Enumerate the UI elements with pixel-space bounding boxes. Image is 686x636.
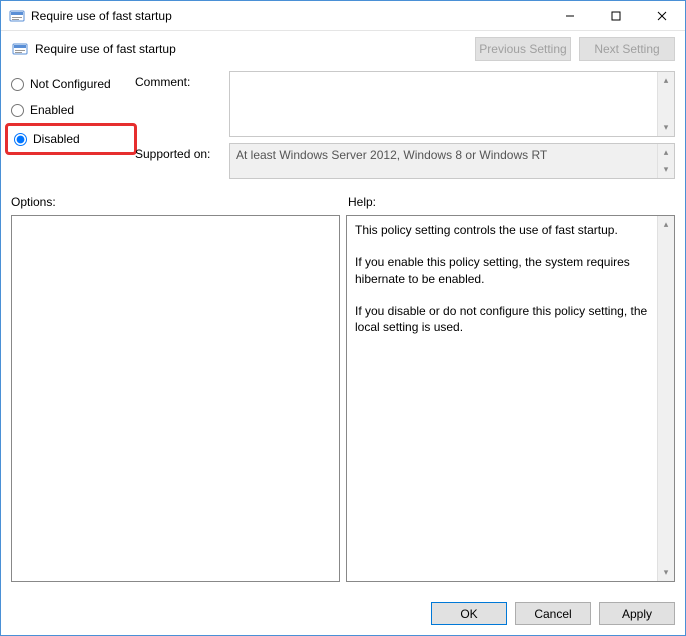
supported-on-box: At least Windows Server 2012, Windows 8 …: [229, 143, 675, 179]
radio-enabled-input[interactable]: [11, 104, 24, 117]
help-paragraph: If you enable this policy setting, the s…: [355, 254, 649, 286]
radio-label: Enabled: [30, 103, 74, 117]
radio-label: Not Configured: [30, 77, 111, 91]
disabled-highlight: Disabled: [5, 123, 137, 155]
policy-title: Require use of fast startup: [35, 42, 475, 56]
policy-icon: [11, 40, 29, 58]
options-content: [12, 216, 322, 581]
supported-on-text: At least Windows Server 2012, Windows 8 …: [236, 148, 547, 162]
close-button[interactable]: [639, 1, 685, 30]
help-pane: This policy setting controls the use of …: [346, 215, 675, 582]
scroll-down-icon[interactable]: ▾: [658, 119, 674, 136]
scroll-down-icon[interactable]: ▾: [658, 564, 674, 581]
maximize-button[interactable]: [593, 1, 639, 30]
supported-label: Supported on:: [135, 143, 225, 161]
radio-disabled-input[interactable]: [14, 133, 27, 146]
radio-disabled[interactable]: Disabled: [14, 130, 128, 148]
dialog-window: Require use of fast startup Require use …: [0, 0, 686, 636]
scrollbar[interactable]: ▴ ▾: [657, 72, 674, 136]
minimize-button[interactable]: [547, 1, 593, 30]
state-radios: Not Configured Enabled Disabled: [11, 71, 131, 179]
header-row: Require use of fast startup Previous Set…: [1, 31, 685, 71]
section-labels: Options: Help:: [11, 195, 675, 209]
scrollbar[interactable]: ▴ ▾: [657, 216, 674, 581]
radio-not-configured-input[interactable]: [11, 78, 24, 91]
top-grid: Not Configured Enabled Disabled Comment:: [11, 71, 675, 179]
window-controls: [547, 1, 685, 30]
panes: This policy setting controls the use of …: [11, 215, 675, 582]
dialog-body: Not Configured Enabled Disabled Comment:: [1, 71, 685, 592]
comment-textarea[interactable]: ▴ ▾: [229, 71, 675, 137]
radio-enabled[interactable]: Enabled: [11, 101, 131, 119]
help-content: This policy setting controls the use of …: [347, 216, 657, 581]
dialog-buttons: OK Cancel Apply: [1, 592, 685, 635]
cancel-button[interactable]: Cancel: [515, 602, 591, 625]
help-label: Help:: [348, 195, 675, 209]
ok-button[interactable]: OK: [431, 602, 507, 625]
scrollbar: ▴ ▾: [657, 144, 674, 178]
options-pane: [11, 215, 340, 582]
previous-setting-button[interactable]: Previous Setting: [475, 37, 571, 61]
help-paragraph: This policy setting controls the use of …: [355, 222, 649, 238]
scroll-up-icon[interactable]: ▴: [658, 216, 674, 233]
next-setting-button[interactable]: Next Setting: [579, 37, 675, 61]
policy-icon: [9, 8, 25, 24]
comment-label: Comment:: [135, 71, 225, 137]
titlebar: Require use of fast startup: [1, 1, 685, 31]
radio-label: Disabled: [33, 132, 80, 146]
radio-not-configured[interactable]: Not Configured: [11, 75, 131, 93]
options-label: Options:: [11, 195, 338, 209]
apply-button[interactable]: Apply: [599, 602, 675, 625]
nav-buttons: Previous Setting Next Setting: [475, 37, 675, 61]
scroll-up-icon[interactable]: ▴: [658, 72, 674, 89]
scroll-down-icon: ▾: [658, 161, 674, 178]
scroll-up-icon: ▴: [658, 144, 674, 161]
window-title: Require use of fast startup: [31, 9, 547, 23]
help-paragraph: If you disable or do not configure this …: [355, 303, 649, 335]
